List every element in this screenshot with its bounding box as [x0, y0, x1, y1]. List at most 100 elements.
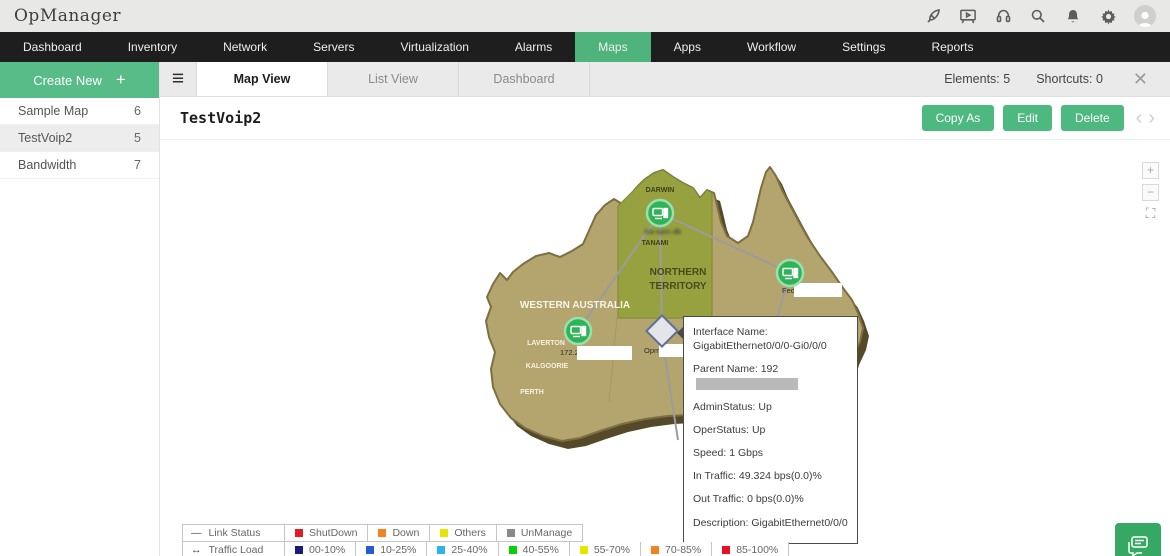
chat-bubbles-icon	[1128, 536, 1148, 556]
legend-link-status-row: — Link Status ShutDown Down Others UnMan…	[182, 524, 789, 542]
nav-virtualization[interactable]: Virtualization	[377, 32, 491, 62]
legend-item-label: 10-25%	[380, 544, 417, 556]
create-new-button[interactable]: Create New +	[0, 62, 159, 98]
legend-item-others: Others	[430, 524, 497, 542]
redaction-box	[794, 283, 842, 297]
hamburger-menu-icon[interactable]: ≡	[160, 62, 197, 96]
copy-as-button[interactable]: Copy As	[921, 105, 995, 131]
traffic-arrow-icon: ↔	[191, 544, 201, 556]
tab-list-view[interactable]: List View	[328, 62, 459, 96]
legend-item-unmanage: UnManage	[496, 524, 584, 542]
zoom-in-button[interactable]: +	[1142, 162, 1159, 179]
zoom-out-button[interactable]: −	[1142, 184, 1159, 201]
nav-settings[interactable]: Settings	[819, 32, 908, 62]
east-device-label: Fed	[782, 286, 795, 295]
elements-count: Elements: 5	[944, 72, 1011, 86]
legend-item-label: 00-10%	[309, 544, 346, 556]
color-chip	[579, 546, 588, 554]
device-node-east[interactable]	[775, 258, 805, 288]
delete-button[interactable]: Delete	[1060, 105, 1124, 131]
nav-inventory[interactable]: Inventory	[105, 32, 200, 62]
nav-workflow[interactable]: Workflow	[724, 32, 819, 62]
nav-dashboard[interactable]: Dashboard	[0, 32, 105, 62]
sidebar-item-testvoip2[interactable]: TestVoip2 5	[0, 125, 159, 152]
sidebar-item-sample-map[interactable]: Sample Map 6	[0, 98, 159, 125]
legend-item-shutdown: ShutDown	[285, 524, 369, 542]
color-chip	[506, 529, 515, 537]
view-tabstrip: ≡ Map View List View Dashboard Elements:…	[160, 62, 1170, 97]
label-tanami: TANAMI	[642, 240, 669, 247]
search-icon[interactable]	[1029, 7, 1047, 25]
tabstrip-right: Elements: 5 Shortcuts: 0 ✕	[944, 62, 1170, 96]
settings-gear-icon[interactable]	[1099, 7, 1117, 25]
device-node-darwin[interactable]	[645, 198, 675, 228]
legend-label: Link Status	[208, 527, 261, 539]
prev-map-chevron-icon[interactable]: ‹	[1133, 107, 1146, 130]
label-kalgoorlie: KALGOORIE	[526, 363, 569, 370]
nav-network[interactable]: Network	[200, 32, 290, 62]
legend-item-85-100: 85-100%	[712, 542, 790, 556]
close-icon[interactable]: ✕	[1129, 69, 1152, 90]
interface-node-label: Opm	[644, 346, 660, 355]
tooltip-out-traffic: Out Traffic: 0 bps(0.0)%	[693, 493, 804, 506]
legend-item-label: Others	[454, 527, 486, 539]
tooltip-parent-prefix: Parent Name: 192	[693, 363, 779, 376]
label-western-australia: WESTERN AUSTRALIA	[520, 300, 630, 311]
color-chip	[366, 546, 375, 554]
legend-item-label: 25-40%	[451, 544, 488, 556]
fit-screen-button[interactable]: ⛶	[1142, 206, 1159, 223]
nav-maps[interactable]: Maps	[575, 32, 651, 62]
legend-item-10-25: 10-25%	[356, 542, 428, 556]
color-chip	[437, 546, 446, 554]
nav-reports[interactable]: Reports	[908, 32, 996, 62]
tab-dashboard[interactable]: Dashboard	[459, 62, 590, 96]
label-laverton: LAVERTON	[527, 340, 565, 347]
legend-item-label: 55-70%	[593, 544, 631, 556]
darwin-device-label: tra-opm-db	[645, 227, 682, 236]
color-chip	[295, 529, 303, 537]
legend-item-25-40: 25-40%	[427, 542, 499, 556]
tooltip-in-traffic: In Traffic: 49.324 bps(0.0)%	[693, 470, 822, 483]
create-new-label: Create New	[33, 72, 102, 88]
tooltip-speed: Speed: 1 Gbps	[693, 447, 764, 460]
interface-tooltip: Interface Name: GigabitEthernet0/0/0-Gi0…	[677, 316, 858, 544]
legend-item-0-10: 00-10%	[285, 542, 357, 556]
australia-map: DARWIN TANAMI NORTHERN TERRITORY WESTERN…	[485, 166, 869, 536]
map-canvas[interactable]: DARWIN TANAMI NORTHERN TERRITORY WESTERN…	[160, 140, 1170, 556]
tab-map-view[interactable]: Map View	[197, 62, 328, 96]
map-pager: ‹ ›	[1133, 107, 1158, 130]
edit-button[interactable]: Edit	[1003, 105, 1052, 131]
tooltip-parent-name: Parent Name: 192	[693, 362, 848, 390]
next-map-chevron-icon[interactable]: ›	[1145, 107, 1158, 130]
legend-item-label: 70-85%	[665, 544, 702, 556]
nav-apps[interactable]: Apps	[651, 32, 724, 62]
color-chip	[295, 546, 303, 554]
legend-label: Traffic Load	[208, 544, 264, 556]
legend-item-label: Down	[392, 527, 420, 539]
notifications-bell-icon[interactable]	[1064, 7, 1082, 25]
legend-item-70-85: 70-85%	[641, 542, 713, 556]
legend-item-label: ShutDown	[309, 527, 358, 539]
topbar-icon-group	[924, 5, 1156, 27]
training-icon[interactable]	[959, 7, 977, 25]
redaction-box	[696, 377, 798, 390]
rocket-icon[interactable]	[924, 7, 942, 25]
legend-item-label: 85-100%	[736, 544, 779, 556]
device-node-laverton[interactable]	[563, 316, 593, 346]
live-chat-button[interactable]	[1115, 523, 1161, 556]
nav-servers[interactable]: Servers	[290, 32, 377, 62]
maps-sidebar: Create New + Sample Map 6 TestVoip2 5 Ba…	[0, 62, 160, 556]
shortcuts-count: Shortcuts: 0	[1036, 72, 1103, 86]
color-chip	[440, 529, 449, 537]
nav-alarms[interactable]: Alarms	[492, 32, 575, 62]
sidebar-item-bandwidth[interactable]: Bandwidth 7	[0, 152, 159, 179]
user-avatar[interactable]	[1134, 5, 1156, 27]
main-nav: Dashboard Inventory Network Servers Virt…	[0, 32, 1170, 62]
legend-item-55-70: 55-70%	[569, 542, 642, 556]
app-logo: OpManager	[14, 6, 122, 26]
label-perth: PERTH	[520, 389, 544, 396]
map-count: 7	[134, 158, 141, 172]
map-count: 5	[134, 131, 141, 145]
color-chip	[378, 529, 387, 537]
support-headset-icon[interactable]	[994, 7, 1012, 25]
